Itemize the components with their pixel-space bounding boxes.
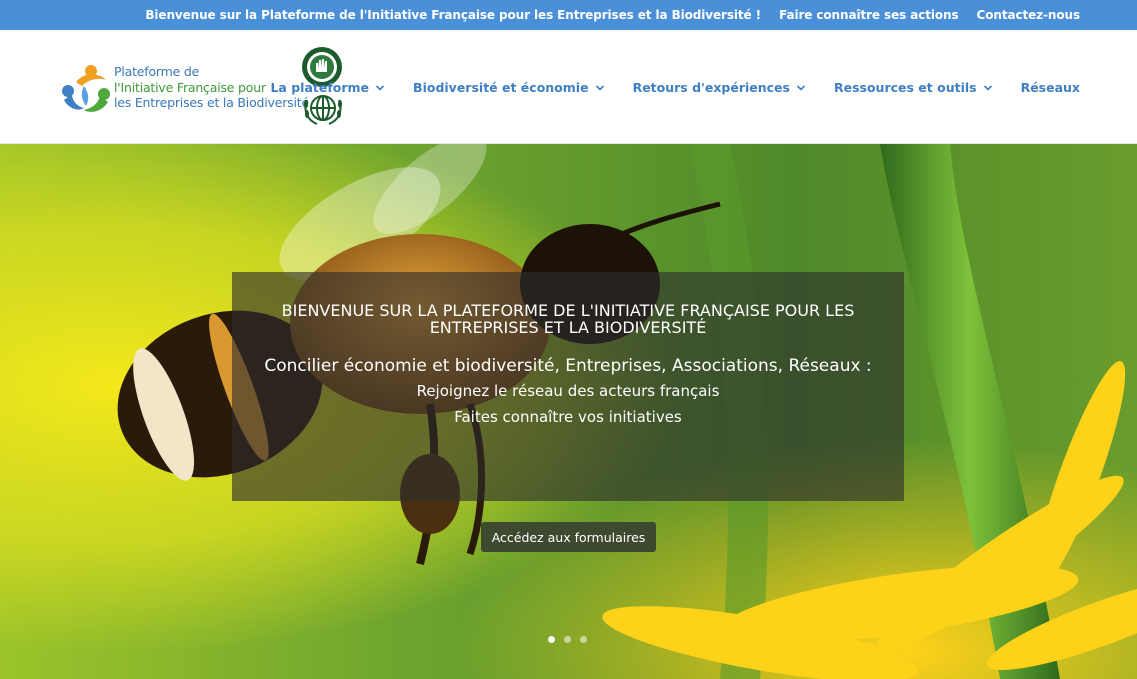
topbar-link-welcome[interactable]: Bienvenue sur la Plateforme de l'Initiat…	[145, 8, 761, 22]
platform-logo-icon[interactable]	[60, 62, 114, 116]
nav-label: Ressources et outils	[833, 80, 977, 95]
hero-subtitle: Concilier économie et biodiversité, Entr…	[264, 356, 872, 376]
top-bar: Bienvenue sur la Plateforme de l'Initiat…	[0, 0, 1137, 30]
chevron-down-icon	[983, 84, 992, 91]
logo-text-line1: Plateforme de	[114, 64, 200, 79]
hero-line-share: Faites connaître vos initiatives	[454, 408, 682, 426]
site-header: Plateforme de l'Initiative Française pou…	[0, 30, 1137, 144]
slider-dot-2[interactable]	[564, 636, 571, 643]
hero-caption-box: BIENVENUE SUR LA PLATEFORME DE L'INITIAT…	[232, 272, 904, 501]
chevron-down-icon	[796, 84, 806, 91]
nav-label: Réseaux	[1020, 80, 1080, 95]
nav-item-la-plateforme[interactable]: La plateforme	[270, 80, 385, 95]
nav-item-biodiversite-economie[interactable]: Biodiversité et économie	[413, 80, 605, 95]
access-forms-button[interactable]: Accédez aux formulaires	[481, 522, 656, 552]
main-nav: La plateforme Biodiversité et économie R…	[270, 80, 1080, 95]
slider-pagination	[548, 636, 587, 643]
hero-slider: BIENVENUE SUR LA PLATEFORME DE L'INITIAT…	[0, 144, 1137, 679]
nav-label: Retours d'expériences	[632, 80, 790, 95]
slider-dot-1[interactable]	[548, 636, 555, 643]
chevron-down-icon	[375, 84, 385, 91]
hero-line-join: Rejoignez le réseau des acteurs français	[416, 382, 720, 400]
slider-dot-3[interactable]	[580, 636, 587, 643]
topbar-link-share-actions[interactable]: Faire connaître ses actions	[779, 8, 959, 22]
nav-label: La plateforme	[270, 80, 370, 95]
nav-item-reseaux[interactable]: Réseaux	[1021, 80, 1080, 95]
logo-text-line3: les Entreprises et la Biodiversité	[114, 95, 309, 110]
nav-label: Biodiversité et économie	[413, 80, 589, 95]
topbar-link-contact[interactable]: Contactez-nous	[977, 8, 1081, 22]
chevron-down-icon	[595, 84, 604, 91]
nav-item-ressources-outils[interactable]: Ressources et outils	[834, 80, 993, 95]
nav-item-retours-experiences[interactable]: Retours d'expériences	[633, 80, 806, 95]
hero-title: BIENVENUE SUR LA PLATEFORME DE L'INITIAT…	[281, 301, 855, 337]
